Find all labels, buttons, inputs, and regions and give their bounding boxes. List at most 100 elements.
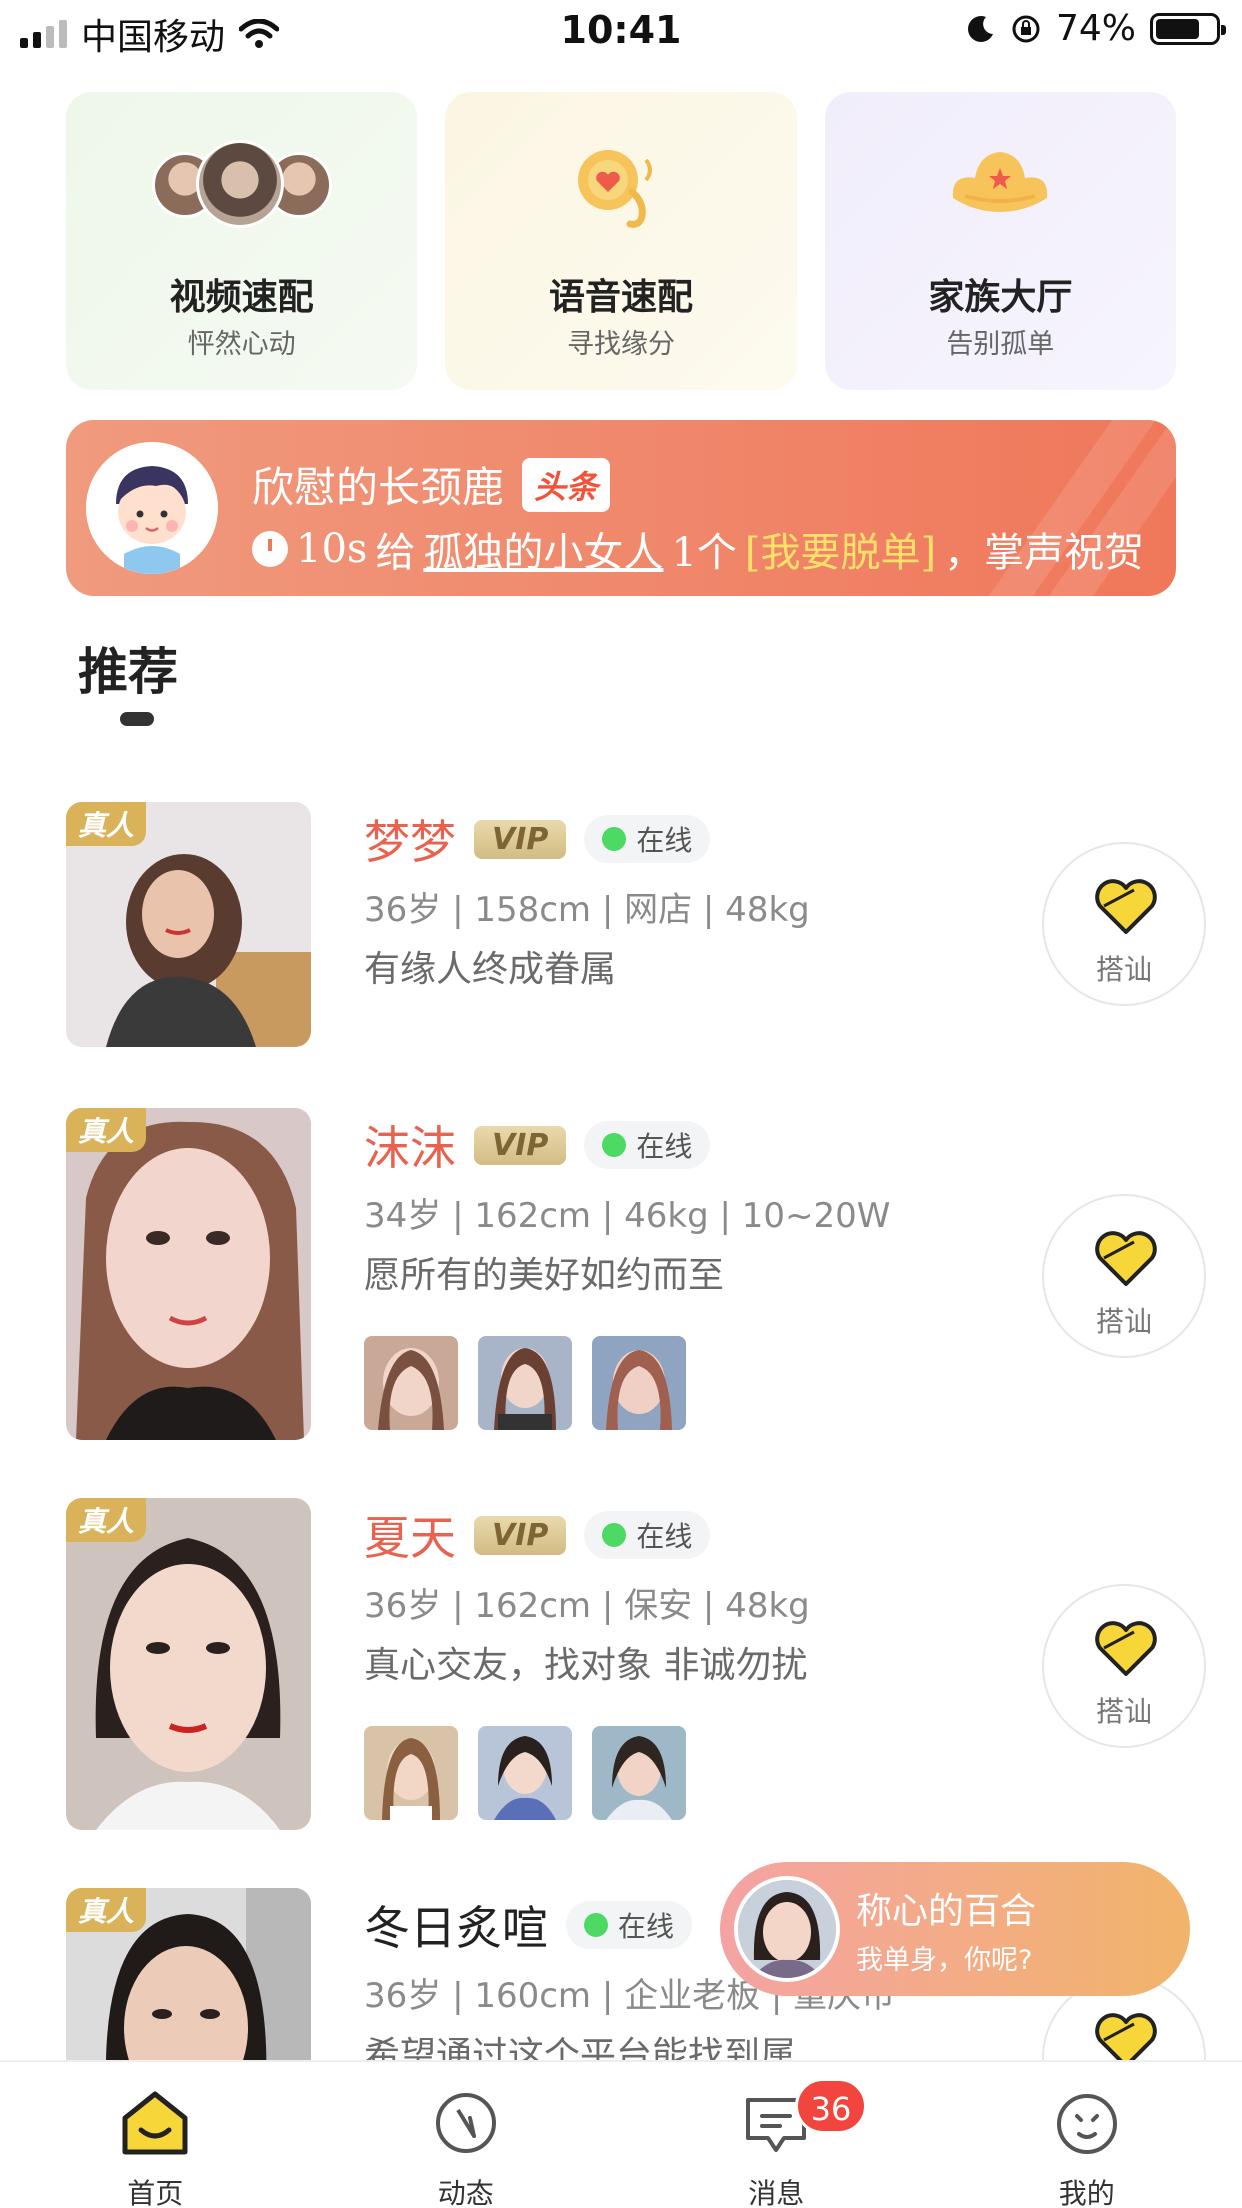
online-dot-icon [602,827,627,851]
banner-avatar [86,442,218,574]
vip-badge: VIP [474,819,567,859]
tab-label: 动态 [437,2177,494,2208]
unread-badge: 36 [795,2078,867,2134]
profile-info: 36岁 | 158cm | 网店 | 48kg [364,890,810,930]
heart-icon [1095,879,1157,934]
heart-icon [1095,2013,1157,2060]
greet-label: 搭讪 [1095,1695,1152,1728]
photo-thumbnails [364,1336,686,1430]
online-status: 在线 [566,1901,693,1949]
status-label: 在线 [636,1130,693,1163]
toast-sender-name: 称心的百合 [856,1891,1037,1932]
headline-banner[interactable]: 欣慰的长颈鹿 头条 10s 给 孤独的小女人 1个 [我要脱单] ，掌声祝贺 [66,420,1176,596]
photo-thumbnails [364,1726,686,1820]
photo-thumbnail[interactable] [478,1726,572,1820]
vip-badge: VIP [474,1125,567,1165]
photo-thumbnail[interactable] [364,1726,458,1820]
photo-thumbnail[interactable] [592,1726,686,1820]
vip-badge: VIP [474,1515,567,1555]
toast-avatar [734,1876,840,1982]
profile-face-icon [1056,2094,1117,2154]
status-label: 在线 [636,824,693,857]
online-status: 在线 [584,1121,711,1169]
verified-real-badge: 真人 [66,1498,147,1542]
battery-percent: 74% [1055,8,1136,49]
bottom-tab-bar: 首页 动态 36 消息 我的 [0,2060,1242,2208]
card-subtitle: 怦然心动 [187,329,296,360]
online-status: 在线 [584,1511,711,1559]
tab-moments[interactable]: 动态 [311,2062,622,2208]
profile-photo[interactable]: 真人 [66,1108,311,1440]
battery-icon [1150,12,1226,45]
family-hall-icon [953,152,1048,212]
profile-info: 34岁 | 162cm | 46kg | 10~20W [364,1196,891,1236]
tab-label: 首页 [127,2177,184,2208]
profile-motto: 有缘人终成眷属 [364,949,617,990]
video-match-card[interactable]: 视频速配 怦然心动 [66,92,418,390]
online-status: 在线 [584,815,711,863]
family-hall-card[interactable]: 家族大厅 告别孤单 [824,92,1176,390]
stopwatch-icon [252,531,288,567]
heart-icon [1095,1231,1157,1286]
status-label: 在线 [636,1520,693,1553]
profile-row[interactable]: 真人 沫沫 VIP 在线 34岁 | 162cm | 46kg | 10~20W… [66,1108,1206,1440]
voice-match-card[interactable]: 语音速配 寻找缘分 [445,92,797,390]
card-title: 视频速配 [169,277,314,318]
greet-label: 搭讪 [1095,953,1152,986]
profile-photo[interactable]: 真人 [66,802,311,1047]
profile-photo[interactable]: 真人 [66,1498,311,1830]
incoming-chat-toast[interactable]: 称心的百合 我单身，你呢? [720,1862,1190,1996]
compass-icon [435,2093,496,2153]
profile-name: 夏天 [364,1511,456,1565]
tab-home[interactable]: 首页 [0,2062,311,2208]
profile-motto: 愿所有的美好如约而至 [364,1255,725,1296]
verified-real-badge: 真人 [66,802,147,846]
banner-username: 欣慰的长颈鹿 [252,463,505,512]
tab-profile[interactable]: 我的 [932,2062,1242,2208]
profile-row[interactable]: 真人 夏天 VIP 在线 36岁 | 162cm | 保安 | 48kg 真心交… [66,1498,1206,1830]
profile-photo[interactable]: 真人 [66,1888,311,2060]
voice-match-icon [577,150,652,228]
banner-target-user[interactable]: 孤独的小女人 [423,520,663,578]
online-dot-icon [584,1913,608,1937]
home-icon [122,2091,188,2155]
greet-button[interactable]: 搭讪 [1042,1194,1206,1358]
banner-gift: [我要脱单] [744,530,937,576]
quick-cards: 视频速配 怦然心动 语音速配 寻找缘分 家族大厅 告别孤单 [66,92,1176,390]
greet-label: 搭讪 [1095,1305,1152,1338]
toast-message: 我单身，你呢? [856,1945,1033,1976]
tab-label: 我的 [1058,2177,1115,2208]
moon-icon [967,15,993,42]
online-dot-icon [602,1133,627,1157]
verified-real-badge: 真人 [66,1108,147,1152]
photo-thumbnail[interactable] [478,1336,572,1430]
status-label: 在线 [618,1910,675,1943]
card-title: 语音速配 [548,277,693,318]
banner-verb: 给 [375,530,416,576]
rotation-lock-icon [1012,15,1040,42]
card-subtitle: 寻找缘分 [566,329,675,360]
status-bar: 中国移动 10:41 74% [0,0,1242,62]
photo-thumbnail[interactable] [592,1336,686,1430]
profile-name: 沫沫 [364,1121,456,1175]
profile-info: 36岁 | 162cm | 保安 | 48kg [364,1586,810,1626]
section-title[interactable]: 推荐 [78,632,178,704]
tab-label: 消息 [748,2177,805,2208]
video-match-avatars [151,140,332,230]
profile-row[interactable]: 真人 梦梦 VIP 在线 36岁 | 158cm | 网店 | 48kg 有缘人… [66,802,1206,1047]
photo-thumbnail[interactable] [364,1336,458,1430]
banner-time: 10s [296,526,368,572]
card-title: 家族大厅 [928,277,1073,318]
profile-name: 冬日炙喧 [364,1901,548,1955]
tab-messages[interactable]: 36 消息 [621,2062,932,2208]
profile-name: 梦梦 [364,815,456,869]
online-dot-icon [602,1523,627,1547]
profile-motto: 希望通过这个平台能找到属 [364,2035,797,2060]
banner-message: 10s 给 孤独的小女人 1个 [我要脱单] ，掌声祝贺 [252,520,1152,578]
greet-button[interactable]: 搭讪 [1042,1584,1206,1748]
greet-button[interactable]: 搭讪 [1042,842,1206,1006]
card-subtitle: 告别孤单 [946,329,1055,360]
verified-real-badge: 真人 [66,1888,147,1932]
profile-motto: 真心交友，找对象 非诚勿扰 [364,1645,808,1686]
heart-icon [1095,1621,1157,1676]
